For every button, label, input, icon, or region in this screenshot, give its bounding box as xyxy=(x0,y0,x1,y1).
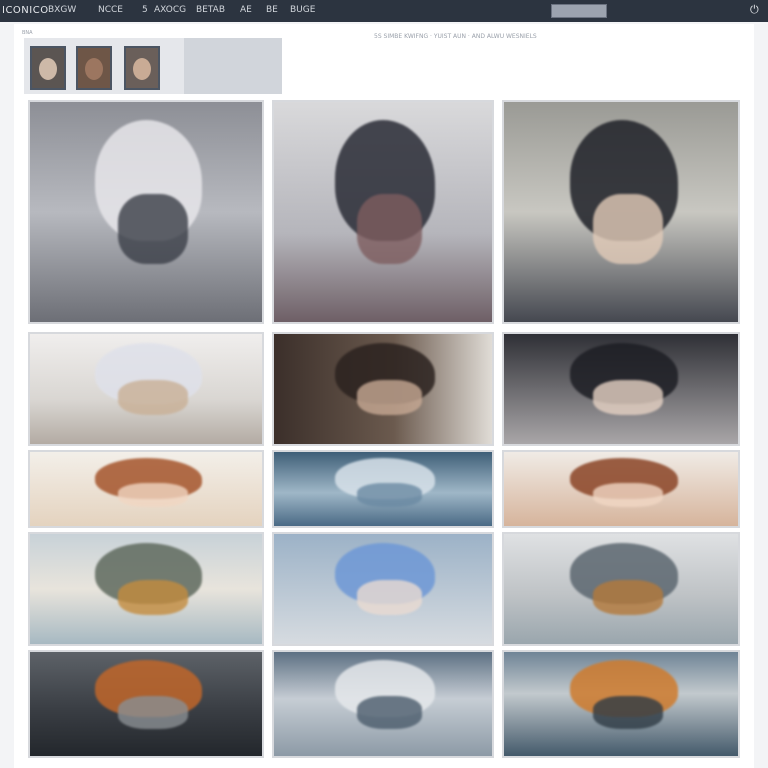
gallery-image-12[interactable] xyxy=(502,532,740,646)
gallery-image-9[interactable] xyxy=(502,450,740,528)
power-icon[interactable]: ⏻ xyxy=(750,3,759,17)
image-detail xyxy=(357,194,422,264)
image-detail xyxy=(593,380,663,415)
image-detail xyxy=(357,696,422,729)
gallery-image-13[interactable] xyxy=(28,650,264,758)
image-detail xyxy=(593,696,663,729)
page-subtitle: 5S SIMBE KWIFNG · YUIST AUN · AND ALWU W… xyxy=(374,33,537,40)
gallery-page: BNA 5S SIMBE KWIFNG · YUIST AUN · AND AL… xyxy=(14,24,754,768)
top-navigation-bar: ICONICO BXGW NCCE 5 AXOCG BETAB AE BE BU… xyxy=(0,0,768,22)
nav-item-3[interactable]: 5 xyxy=(142,5,148,15)
gallery-image-5[interactable] xyxy=(272,332,494,446)
gallery-image-2[interactable] xyxy=(272,100,494,324)
nav-item-1[interactable]: BXGW xyxy=(48,5,76,15)
nav-item-4[interactable]: AXOCG xyxy=(154,5,186,15)
thumbnail-face xyxy=(85,58,103,80)
image-detail xyxy=(593,194,663,264)
gallery-image-6[interactable] xyxy=(502,332,740,446)
nav-item-7[interactable]: BE xyxy=(266,5,278,15)
image-detail xyxy=(357,380,422,415)
nav-item-6[interactable]: AE xyxy=(240,5,252,15)
image-detail xyxy=(118,380,188,415)
gallery-image-11[interactable] xyxy=(272,532,494,646)
thumbnail-2[interactable] xyxy=(76,46,112,90)
thumbnail-placeholder xyxy=(184,38,282,94)
gallery-image-4[interactable] xyxy=(28,332,264,446)
image-detail xyxy=(118,483,188,507)
image-detail xyxy=(118,696,188,729)
gallery-image-14[interactable] xyxy=(272,650,494,758)
gallery-image-7[interactable] xyxy=(28,450,264,528)
gallery-image-1[interactable] xyxy=(28,100,264,324)
nav-item-2[interactable]: NCCE xyxy=(98,5,123,15)
thumbnail-face xyxy=(133,58,151,80)
gallery-image-3[interactable] xyxy=(502,100,740,324)
thumbnail-strip xyxy=(24,38,282,94)
nav-item-8[interactable]: BUGE xyxy=(290,5,315,15)
search-input[interactable] xyxy=(551,4,607,18)
thumbnail-face xyxy=(39,58,57,80)
thumbnail-3[interactable] xyxy=(124,46,160,90)
image-detail xyxy=(357,483,422,507)
gallery-image-15[interactable] xyxy=(502,650,740,758)
app-logo[interactable]: ICONICO xyxy=(2,5,49,16)
image-detail xyxy=(118,194,188,264)
gallery-image-8[interactable] xyxy=(272,450,494,528)
image-detail xyxy=(357,580,422,615)
nav-item-5[interactable]: BETAB xyxy=(196,5,225,15)
image-detail xyxy=(593,483,663,507)
image-detail xyxy=(593,580,663,615)
gallery-image-10[interactable] xyxy=(28,532,264,646)
section-label: BNA xyxy=(22,30,33,36)
image-detail xyxy=(118,580,188,615)
thumbnail-1[interactable] xyxy=(30,46,66,90)
